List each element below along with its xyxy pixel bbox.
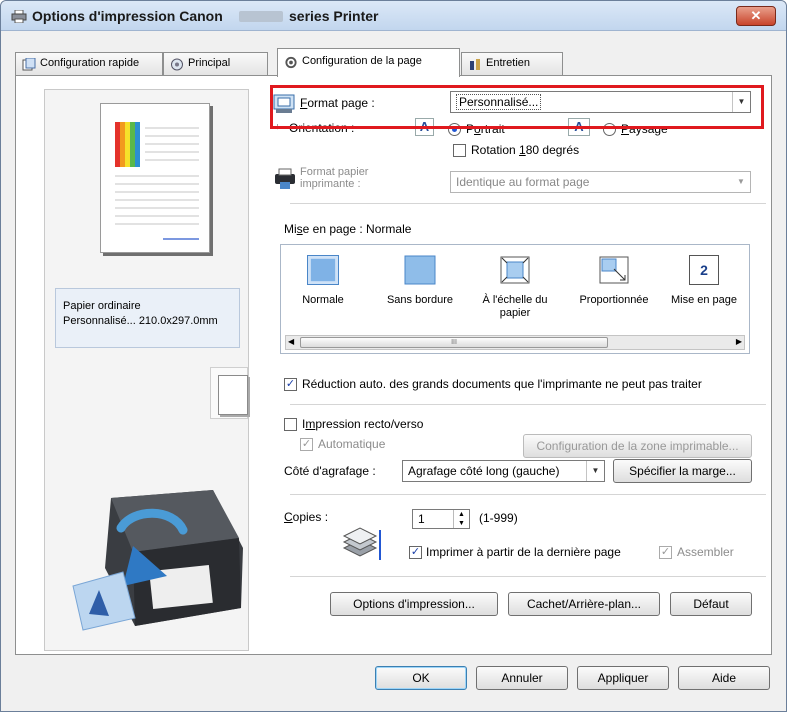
duplex-label: Impression recto/verso bbox=[302, 417, 424, 431]
printer-paper-label: Format papier imprimante : bbox=[300, 166, 369, 190]
printer-paper-icon bbox=[275, 168, 295, 189]
tab-label: Entretien bbox=[486, 57, 531, 69]
preview-page bbox=[100, 103, 210, 253]
title-bar: Options d'impression Canon series Printe… bbox=[1, 1, 786, 31]
duplex-checkbox[interactable] bbox=[284, 418, 297, 431]
layout-borderless-label: Sans bordure bbox=[386, 294, 454, 306]
reverse-order-checkbox[interactable]: ✓ bbox=[409, 546, 422, 559]
normal-layout-icon bbox=[307, 255, 339, 285]
layout-label: Mise en page : Normale bbox=[284, 222, 412, 236]
layout-fit-to-page[interactable]: À l'échelle du papier bbox=[469, 245, 561, 335]
copies-stack-icon bbox=[342, 527, 381, 560]
stapling-side-value: Agrafage côté long (gauche) bbox=[408, 464, 560, 478]
tab-maintenance[interactable]: Entretien bbox=[461, 52, 563, 75]
copies-spinner-icon[interactable]: ▲ ▼ bbox=[453, 510, 469, 528]
stapling-side-label: Côté d'agrafage : bbox=[284, 464, 376, 478]
divider bbox=[290, 203, 766, 204]
apply-button[interactable]: Appliquer bbox=[577, 666, 669, 690]
scroll-right-icon[interactable]: ▶ bbox=[736, 337, 742, 346]
defaults-button[interactable]: Défaut bbox=[670, 592, 752, 616]
auto-duplex-label: Automatique bbox=[318, 437, 386, 451]
chevron-down-icon: ▼ bbox=[737, 177, 745, 186]
close-icon: ✕ bbox=[750, 8, 762, 23]
tab-label: Configuration de la page bbox=[302, 55, 422, 67]
borderless-icon bbox=[404, 255, 436, 285]
collate-label: Assembler bbox=[677, 545, 734, 559]
tab-page-setup[interactable]: Configuration de la page bbox=[277, 48, 460, 77]
page-setup-panel: Papier ordinaire Personnalisé... 210.0x2… bbox=[15, 75, 772, 655]
tab-label: Principal bbox=[188, 57, 231, 69]
chevron-down-icon: ▼ bbox=[586, 461, 604, 481]
document-preview-icon bbox=[115, 122, 199, 240]
auto-reduce-checkbox[interactable]: ✓ bbox=[284, 378, 297, 391]
rotate-180-label: Rotation 180 degrés bbox=[471, 143, 580, 157]
divider bbox=[290, 576, 766, 577]
scroll-thumb[interactable]: III bbox=[300, 337, 608, 348]
maintenance-icon bbox=[470, 59, 480, 70]
close-button[interactable]: ✕ bbox=[736, 6, 776, 26]
layout-scaled-label: Proportionnée bbox=[579, 294, 649, 306]
layout-scrollbar[interactable]: ◀ III ▶ bbox=[285, 335, 745, 350]
layout-list: Normale Sans bordure À l'échelle du papi… bbox=[280, 244, 750, 354]
divider bbox=[290, 404, 766, 405]
scroll-left-icon[interactable]: ◀ bbox=[288, 337, 294, 346]
specify-margin-button[interactable]: Spécifier la marge... bbox=[613, 459, 752, 483]
layout-scaled[interactable]: Proportionnée bbox=[571, 245, 657, 335]
printer-icon bbox=[11, 10, 27, 23]
reverse-order-label: Imprimer à partir de la dernière page bbox=[426, 545, 621, 559]
copies-value: 1 bbox=[418, 512, 425, 526]
redacted-model-name bbox=[239, 11, 283, 22]
page-setup-icon bbox=[285, 56, 297, 69]
layout-normal[interactable]: Normale bbox=[285, 245, 361, 335]
stamp-background-button[interactable]: Cachet/Arrière-plan... bbox=[508, 592, 660, 616]
layout-fit-to-page-label: À l'échelle du papier bbox=[482, 294, 548, 319]
ok-button[interactable]: OK bbox=[375, 666, 467, 690]
window-title-suffix: series Printer bbox=[289, 8, 379, 24]
stapling-side-select[interactable]: Agrafage côté long (gauche) ▼ bbox=[402, 460, 605, 482]
page-size-highlight bbox=[270, 85, 764, 129]
print-options-dialog: Options d'impression Canon series Printe… bbox=[0, 0, 787, 712]
printer-paper-value: Identique au format page bbox=[456, 175, 590, 189]
auto-duplex-checkbox[interactable]: ✓ bbox=[300, 438, 313, 451]
copies-range: (1-999) bbox=[479, 511, 518, 525]
fit-to-page-icon bbox=[500, 256, 530, 284]
main-icon bbox=[171, 58, 183, 71]
tab-quick-setup[interactable]: Configuration rapide bbox=[15, 52, 163, 75]
copies-input[interactable]: 1 ▲ ▼ bbox=[412, 509, 470, 529]
print-options-button[interactable]: Options d'impression... bbox=[330, 592, 498, 616]
layout-borderless[interactable]: Sans bordure bbox=[381, 245, 459, 335]
auto-reduce-label: Réduction auto. des grands documents que… bbox=[302, 377, 702, 391]
layout-page-layout-label: Mise en page bbox=[670, 294, 738, 306]
quick-setup-icon bbox=[22, 58, 36, 71]
help-button[interactable]: Aide bbox=[678, 666, 770, 690]
small-page-icon bbox=[218, 375, 248, 415]
rotate-180-checkbox[interactable] bbox=[453, 144, 466, 157]
scaled-icon bbox=[599, 256, 629, 284]
tab-label: Configuration rapide bbox=[40, 57, 140, 69]
paper-type-text: Papier ordinaire bbox=[63, 300, 141, 312]
cancel-button[interactable]: Annuler bbox=[476, 666, 568, 690]
paper-info-box: Papier ordinaire Personnalisé... 210.0x2… bbox=[55, 288, 240, 348]
page-layout-icon: 2 bbox=[689, 255, 719, 285]
layout-page-layout[interactable]: 2 Mise en page bbox=[659, 245, 749, 335]
print-area-setup-button[interactable]: Configuration de la zone imprimable... bbox=[523, 434, 752, 458]
window-title: Options d'impression Canon bbox=[32, 8, 223, 24]
copies-label: Copies : bbox=[284, 510, 329, 524]
printer-paper-select[interactable]: Identique au format page ▼ bbox=[450, 171, 751, 193]
layout-normal-label: Normale bbox=[302, 294, 344, 306]
tab-main[interactable]: Principal bbox=[163, 52, 268, 75]
collate-checkbox[interactable]: ✓ bbox=[659, 546, 672, 559]
divider bbox=[290, 494, 766, 495]
printer-illustration-icon bbox=[72, 490, 243, 631]
paper-size-text: Personnalisé... 210.0x297.0mm bbox=[63, 315, 218, 327]
preview-area: Papier ordinaire Personnalisé... 210.0x2… bbox=[44, 89, 249, 651]
